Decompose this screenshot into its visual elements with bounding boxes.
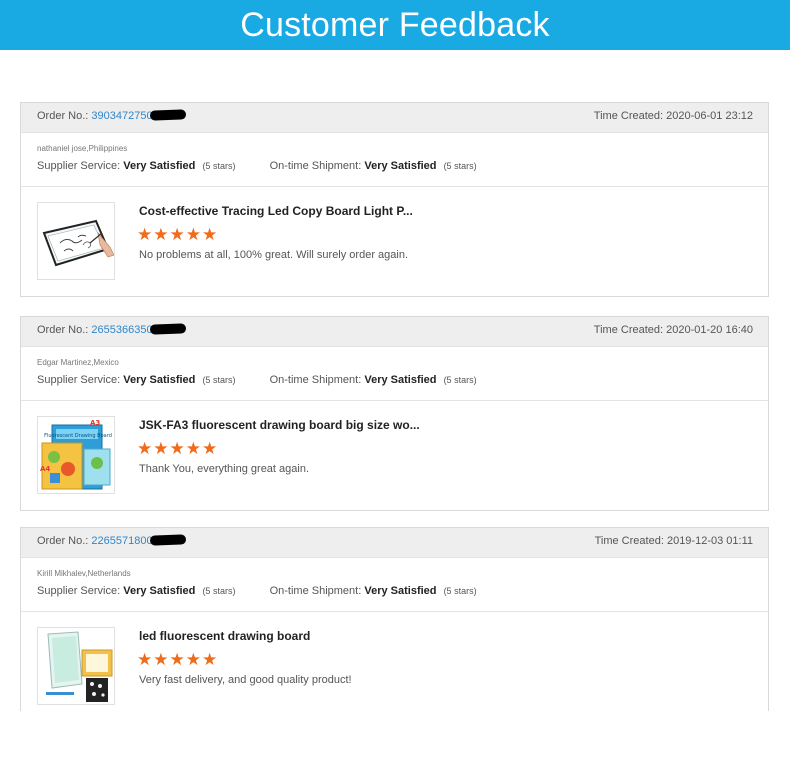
product-thumbnail[interactable] [37,627,115,705]
redaction-mark [149,534,186,546]
order-label: Order No.: [37,110,89,122]
order-label: Order No.: [37,535,89,547]
time-created: Time Created: 2019-12-03 01:11 [595,535,753,547]
time-value: 2019-12-03 01:11 [666,535,753,547]
rating-stars: ★★★★★ [137,650,219,670]
time-label: Time Created: [594,535,664,547]
order-number: Order No.: 3903472750 [37,109,186,122]
a4-label: A4 [40,465,50,473]
product-title[interactable]: led fluorescent drawing board [139,629,310,643]
service-ratings: Supplier Service: Very Satisfied (5 star… [37,585,768,597]
review-comment: No problems at all, 100% great. Will sur… [139,249,409,261]
order-number: Order No.: 2265571800 [37,534,186,547]
card-header: Order No.: 2655366350 Time Created: 2020… [21,317,768,347]
shipment-stars: (5 stars) [443,161,477,171]
time-created: Time Created: 2020-06-01 23:12 [594,110,753,122]
buyer-name: Edgar Martinez,Mexico [37,358,119,367]
product-thumbnail[interactable]: Fluorescent Drawing Board A3 A4 [37,416,115,494]
product-review: Fluorescent Drawing Board A3 A4 JSK-FA3 … [21,401,768,511]
rating-stars: ★★★★★ [137,225,219,245]
product-review: led fluorescent drawing board ★★★★★ Very… [21,612,768,722]
led-board-image [46,631,113,702]
supplier-rating: Very Satisfied [123,374,196,386]
order-label: Order No.: [37,324,89,336]
buyer-name: nathaniel jose,Philippines [37,144,128,153]
shipment-label: On-time Shipment: [269,374,362,386]
shipment-rating: Very Satisfied [364,160,437,172]
order-number: Order No.: 2655366350 [37,323,186,336]
banner-title: Customer Feedback [240,6,550,44]
feedback-card: Order No.: 3903472750 Time Created: 2020… [20,102,769,297]
supplier-label: Supplier Service: [37,374,121,386]
card-header: Order No.: 2265571800 Time Created: 2019… [21,528,768,558]
time-label: Time Created: [593,110,664,122]
order-number-link[interactable]: 3903472750 [91,110,152,122]
supplier-stars: (5 stars) [202,161,236,171]
order-number-link[interactable]: 2265571800 [91,535,152,547]
shipment-label: On-time Shipment: [269,585,362,597]
shipment-stars: (5 stars) [443,586,477,596]
service-ratings: Supplier Service: Very Satisfied (5 star… [37,160,768,172]
shipment-rating: Very Satisfied [364,585,437,597]
shipment-stars: (5 stars) [443,375,477,385]
supplier-rating: Very Satisfied [123,585,196,597]
time-value: 2020-01-20 16:40 [666,324,753,336]
supplier-label: Supplier Service: [37,160,121,172]
review-comment: Very fast delivery, and good quality pro… [139,674,352,686]
buyer-info: nathaniel jose,Philippines Supplier Serv… [21,133,768,187]
shipment-rating: Very Satisfied [364,374,437,386]
supplier-stars: (5 stars) [202,586,236,596]
time-value: 2020-06-01 23:12 [666,110,753,122]
shipment-label: On-time Shipment: [269,160,362,172]
bottom-whitespace [0,711,790,766]
product-review: Cost-effective Tracing Led Copy Board Li… [21,187,768,297]
buyer-info: Edgar Martinez,Mexico Supplier Service: … [21,347,768,401]
review-comment: Thank You, everything great again. [139,463,310,475]
supplier-stars: (5 stars) [202,375,236,385]
supplier-label: Supplier Service: [37,585,121,597]
box-label: Fluorescent Drawing Board [44,433,112,439]
time-created: Time Created: 2020-01-20 16:40 [594,324,753,336]
feedback-card: Order No.: 2655366350 Time Created: 2020… [20,316,769,511]
product-title[interactable]: JSK-FA3 fluorescent drawing board big si… [139,418,420,432]
order-number-link[interactable]: 2655366350 [91,324,152,336]
product-thumbnail[interactable] [37,202,115,280]
buyer-info: Kirill Mikhalev,Netherlands Supplier Ser… [21,558,768,612]
redaction-mark [149,109,186,121]
tracing-board-image [42,219,114,267]
a3-label: A3 [90,419,100,427]
buyer-name: Kirill Mikhalev,Netherlands [37,569,131,578]
time-label: Time Created: [593,324,664,336]
product-title[interactable]: Cost-effective Tracing Led Copy Board Li… [139,204,413,218]
supplier-rating: Very Satisfied [123,160,196,172]
card-header: Order No.: 3903472750 Time Created: 2020… [21,103,768,133]
customer-feedback-banner: Customer Feedback [0,0,790,50]
rating-stars: ★★★★★ [137,439,219,459]
feedback-card: Order No.: 2265571800 Time Created: 2019… [20,527,769,717]
fluorescent-board-image: Fluorescent Drawing Board A3 A4 [40,419,112,490]
service-ratings: Supplier Service: Very Satisfied (5 star… [37,374,768,386]
redaction-mark [149,323,186,335]
